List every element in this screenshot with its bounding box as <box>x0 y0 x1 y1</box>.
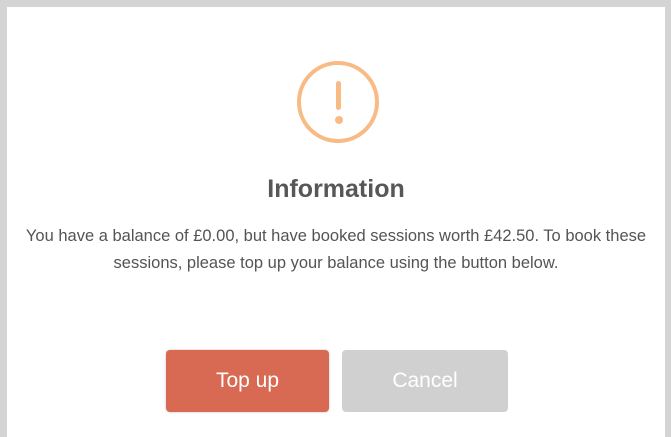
modal-backdrop: Information You have a balance of £0.00,… <box>0 0 671 437</box>
exclamation-circle-icon <box>297 61 379 143</box>
exclamation-bar <box>336 81 341 110</box>
top-up-button[interactable]: Top up <box>166 350 329 412</box>
information-dialog: Information You have a balance of £0.00,… <box>7 7 665 437</box>
dialog-title: Information <box>267 175 405 203</box>
cancel-button[interactable]: Cancel <box>342 350 508 412</box>
exclamation-dot <box>334 116 343 124</box>
dialog-message: You have a balance of £0.00, but have bo… <box>25 227 647 272</box>
